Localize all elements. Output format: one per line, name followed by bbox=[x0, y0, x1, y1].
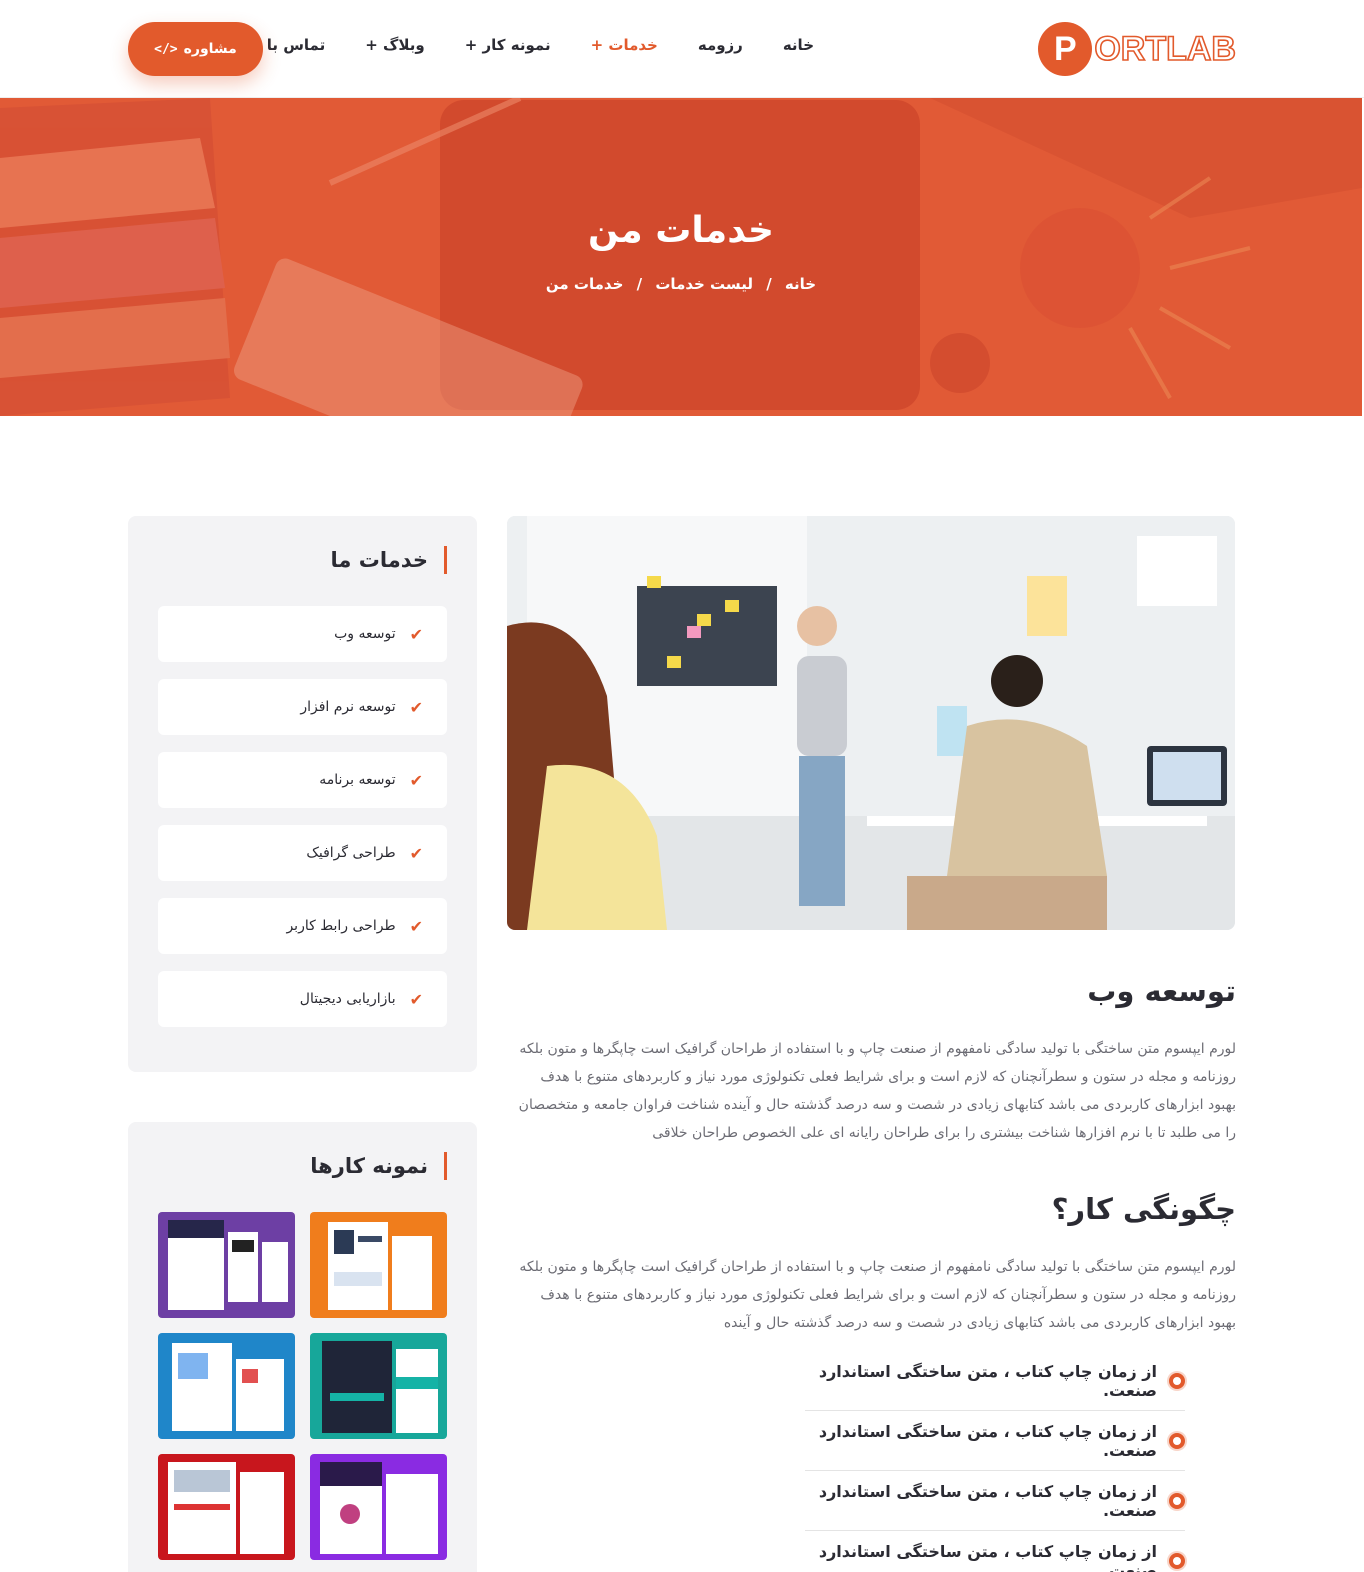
bullet-dot-icon bbox=[1169, 1372, 1185, 1389]
office-meeting-photo bbox=[507, 516, 1235, 930]
service-link-web[interactable]: ✔ توسعه وب bbox=[158, 606, 447, 662]
service-link-ui[interactable]: ✔ طراحی رابط کاربر bbox=[158, 898, 447, 954]
feature-text: از زمان چاپ کتاب ، متن ساختگی استاندارد … bbox=[818, 1542, 1157, 1572]
feature-list-item: از زمان چاپ کتاب ، متن ساختگی استاندارد … bbox=[805, 1531, 1185, 1572]
feature-text: از زمان چاپ کتاب ، متن ساختگی استاندارد … bbox=[818, 1481, 1157, 1520]
consultation-label: مشاوره bbox=[183, 41, 237, 57]
check-icon: ✔ bbox=[409, 624, 423, 644]
hero-background-illustration bbox=[0, 98, 1362, 416]
bullet-dot-icon bbox=[1169, 1492, 1185, 1509]
service-hero-image bbox=[507, 516, 1235, 930]
nav-item-resume[interactable]: رزومه bbox=[698, 36, 743, 54]
bullet-dot-icon bbox=[1169, 1432, 1185, 1449]
service-label: توسعه نرم افزار bbox=[300, 699, 396, 715]
check-icon: ✔ bbox=[409, 989, 423, 1009]
nav-item-services[interactable]: خدمات + bbox=[591, 36, 658, 54]
service-link-app[interactable]: ✔ توسعه برنامه bbox=[158, 752, 447, 808]
service-link-marketing[interactable]: ✔ بازاریابی دیجیتال bbox=[158, 971, 447, 1027]
breadcrumb-home[interactable]: خانه bbox=[785, 275, 816, 293]
section-paragraph-web-dev: لورم ایپسوم متن ساختگی با تولید سادگی نا… bbox=[518, 1041, 1236, 1141]
bullet-dot-icon bbox=[1169, 1553, 1185, 1569]
check-icon: ✔ bbox=[409, 697, 423, 717]
page-title: خدمات من bbox=[588, 210, 774, 251]
section-paragraph-how-it-works: لورم ایپسوم متن ساختگی با تولید سادگی نا… bbox=[519, 1259, 1236, 1331]
feature-list-item: از زمان چاپ کتاب ، متن ساختگی استاندارد … bbox=[805, 1471, 1185, 1531]
nav-item-portfolio[interactable]: نمونه کار + bbox=[465, 36, 551, 54]
check-icon: ✔ bbox=[409, 843, 423, 863]
portfolio-sidebar-title: نمونه کارها bbox=[310, 1152, 447, 1180]
service-link-graphic[interactable]: ✔ طراحی گرافیک bbox=[158, 825, 447, 881]
portfolio-thumb[interactable] bbox=[310, 1212, 447, 1318]
section-title-how-it-works: چگونگی کار؟ bbox=[1051, 1192, 1236, 1226]
services-sidebar-title: خدمات ما bbox=[331, 546, 447, 574]
service-link-software[interactable]: ✔ توسعه نرم افزار bbox=[158, 679, 447, 735]
service-label: توسعه برنامه bbox=[319, 772, 396, 788]
breadcrumb: خانه / لیست خدمات / خدمات من bbox=[0, 275, 1362, 293]
feature-list-item: از زمان چاپ کتاب ، متن ساختگی استاندارد … bbox=[805, 1351, 1185, 1411]
portfolio-thumb[interactable] bbox=[310, 1454, 447, 1560]
service-label: طراحی رابط کاربر bbox=[286, 918, 396, 934]
breadcrumb-separator: / bbox=[636, 275, 643, 293]
feature-text: از زمان چاپ کتاب ، متن ساختگی استاندارد … bbox=[818, 1421, 1157, 1460]
service-label: بازاریابی دیجیتال bbox=[299, 991, 396, 1007]
check-icon: ✔ bbox=[409, 770, 423, 790]
portfolio-thumb[interactable] bbox=[158, 1454, 295, 1560]
service-label: توسعه وب bbox=[334, 626, 396, 642]
code-icon: </> bbox=[154, 41, 178, 57]
nav-item-blog[interactable]: وبلاگ + bbox=[365, 36, 425, 54]
section-title-web-dev: توسعه وب bbox=[1087, 974, 1236, 1008]
breadcrumb-current: خدمات من bbox=[545, 275, 624, 293]
page-hero: خدمات من خانه / لیست خدمات / خدمات من bbox=[0, 98, 1362, 416]
portfolio-thumb[interactable] bbox=[158, 1333, 295, 1439]
check-icon: ✔ bbox=[409, 916, 423, 936]
logo-text: ORTLAB bbox=[1094, 29, 1237, 69]
portfolio-thumb[interactable] bbox=[158, 1212, 295, 1318]
logo-p-circle: P bbox=[1038, 22, 1093, 76]
portlab-logo[interactable]: P ORTLAB bbox=[1038, 20, 1237, 78]
site-header: P ORTLAB خانه رزومه خدمات + نمونه کار + … bbox=[0, 0, 1364, 98]
feature-list-item: از زمان چاپ کتاب ، متن ساختگی استاندارد … bbox=[805, 1411, 1185, 1471]
feature-text: از زمان چاپ کتاب ، متن ساختگی استاندارد … bbox=[818, 1361, 1157, 1400]
breadcrumb-separator: / bbox=[766, 275, 772, 293]
consultation-button[interactable]: مشاوره </> bbox=[128, 22, 263, 76]
service-label: طراحی گرافیک bbox=[306, 845, 396, 861]
portfolio-sidebar: نمونه کارها bbox=[128, 1122, 477, 1572]
breadcrumb-services-list[interactable]: لیست خدمات bbox=[655, 275, 753, 293]
services-sidebar: خدمات ما ✔ توسعه وب ✔ توسعه نرم افزار ✔ توس… bbox=[128, 516, 477, 1072]
portfolio-thumb[interactable] bbox=[310, 1333, 447, 1439]
main-nav: خانه رزومه خدمات + نمونه کار + وبلاگ + ت… bbox=[247, 36, 814, 54]
nav-item-home[interactable]: خانه bbox=[783, 36, 814, 54]
